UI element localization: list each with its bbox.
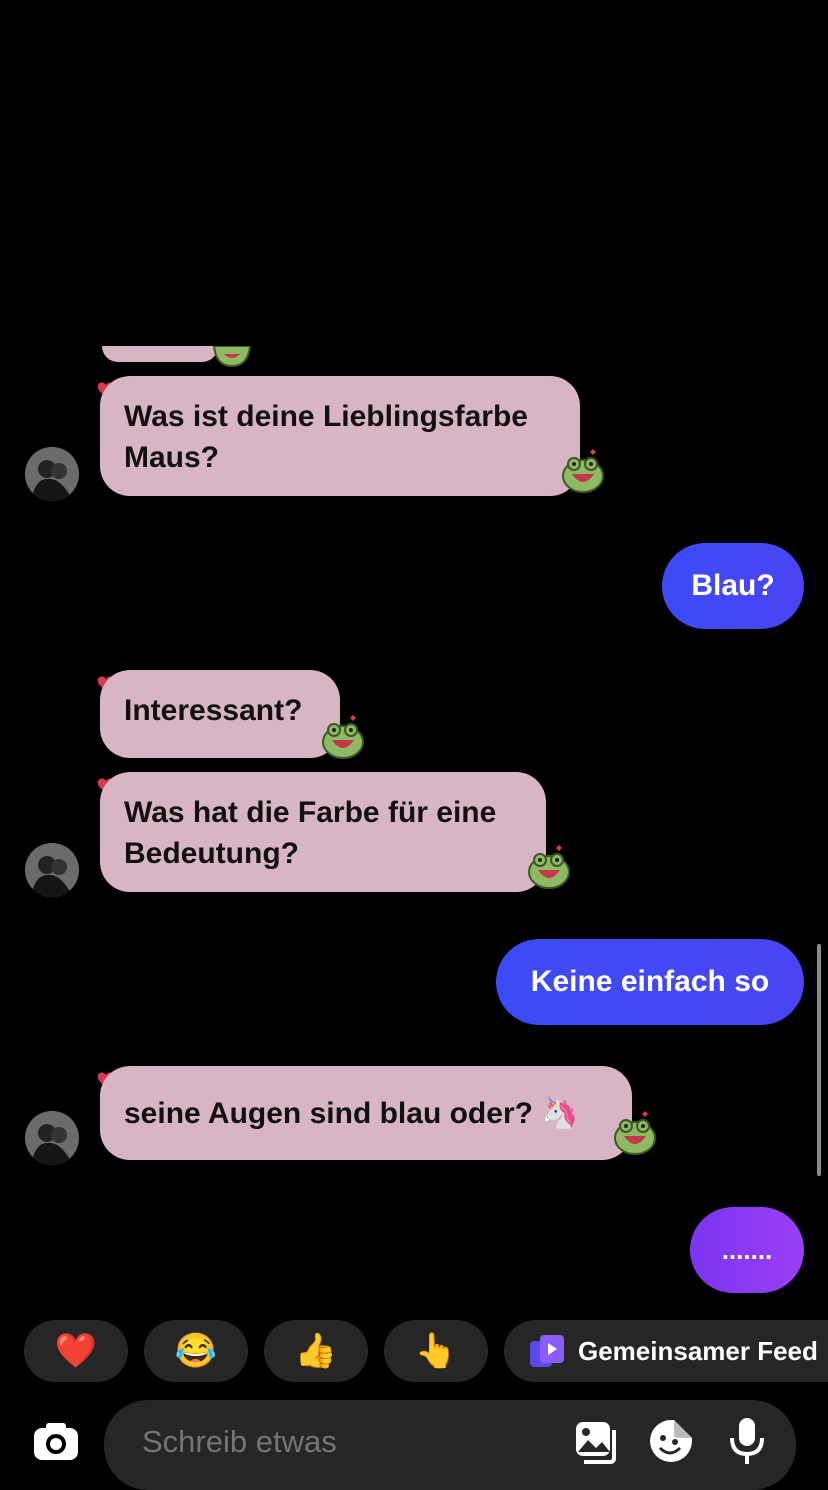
quick-reaction-laugh[interactable]: 😂 xyxy=(144,1320,248,1382)
laughing-emoji: 😂 xyxy=(174,1332,218,1370)
outgoing-message-bubble[interactable]: ....... xyxy=(690,1207,804,1293)
contact-avatar[interactable] xyxy=(25,843,79,897)
outgoing-message-bubble[interactable]: Keine einfach so xyxy=(496,939,804,1025)
message-text: seine Augen sind blau oder? 🦄 xyxy=(124,1096,579,1130)
message-text: Blau? xyxy=(691,569,775,602)
message-text: ....... xyxy=(721,1234,773,1265)
message-composer[interactable] xyxy=(104,1400,796,1490)
frog-sticker-icon xyxy=(562,449,604,493)
thumbs-up-emoji: 👍 xyxy=(294,1332,338,1370)
camera-icon xyxy=(34,1423,78,1460)
message-text: Was hat die Farbe für eine Bedeutung? xyxy=(124,796,497,870)
message-input[interactable] xyxy=(140,1414,544,1470)
heart-emoji: ❤️ xyxy=(54,1332,98,1370)
message-text: Keine einfach so xyxy=(530,965,770,998)
gallery-icon[interactable] xyxy=(572,1418,618,1464)
shared-feed-button[interactable]: Gemeinsamer Feed xyxy=(504,1320,828,1382)
microphone-icon[interactable] xyxy=(724,1416,770,1466)
camera-button[interactable] xyxy=(32,1418,80,1466)
frog-sticker-partial xyxy=(212,346,252,368)
contact-avatar[interactable] xyxy=(25,447,79,501)
incoming-message-bubble[interactable]: Was hat die Farbe für eine Bedeutung? xyxy=(100,772,546,892)
quick-reaction-thumbs-up[interactable]: 👍 xyxy=(264,1320,368,1382)
frog-sticker-icon xyxy=(322,715,364,759)
frog-sticker-icon xyxy=(528,845,570,889)
contact-avatar[interactable] xyxy=(25,1111,79,1165)
quick-reaction-heart[interactable]: ❤️ xyxy=(24,1320,128,1382)
message-bubble-partial[interactable] xyxy=(102,346,218,362)
avatar-photo-icon xyxy=(25,447,79,501)
shared-feed-label: Gemeinsamer Feed xyxy=(578,1335,818,1366)
frog-sticker-icon xyxy=(614,1111,656,1155)
quick-reaction-point-up[interactable]: 👆 xyxy=(384,1320,488,1382)
point-up-emoji: 👆 xyxy=(414,1332,458,1370)
scrollbar[interactable] xyxy=(817,944,821,1176)
incoming-message-bubble[interactable]: Interessant? xyxy=(100,670,340,758)
message-text: Interessant? xyxy=(124,694,303,727)
incoming-message-bubble[interactable]: Was ist deine Lieblingsfarbe Maus? xyxy=(100,376,580,496)
incoming-message-bubble[interactable]: seine Augen sind blau oder? 🦄 xyxy=(100,1066,632,1160)
avatar-photo-icon xyxy=(25,1111,79,1165)
shared-feed-icon xyxy=(530,1335,564,1367)
outgoing-message-bubble[interactable]: Blau? xyxy=(662,543,804,629)
sticker-icon[interactable] xyxy=(648,1418,694,1464)
message-text: Was ist deine Lieblingsfarbe Maus? xyxy=(124,400,528,474)
avatar-photo-icon xyxy=(25,843,79,897)
